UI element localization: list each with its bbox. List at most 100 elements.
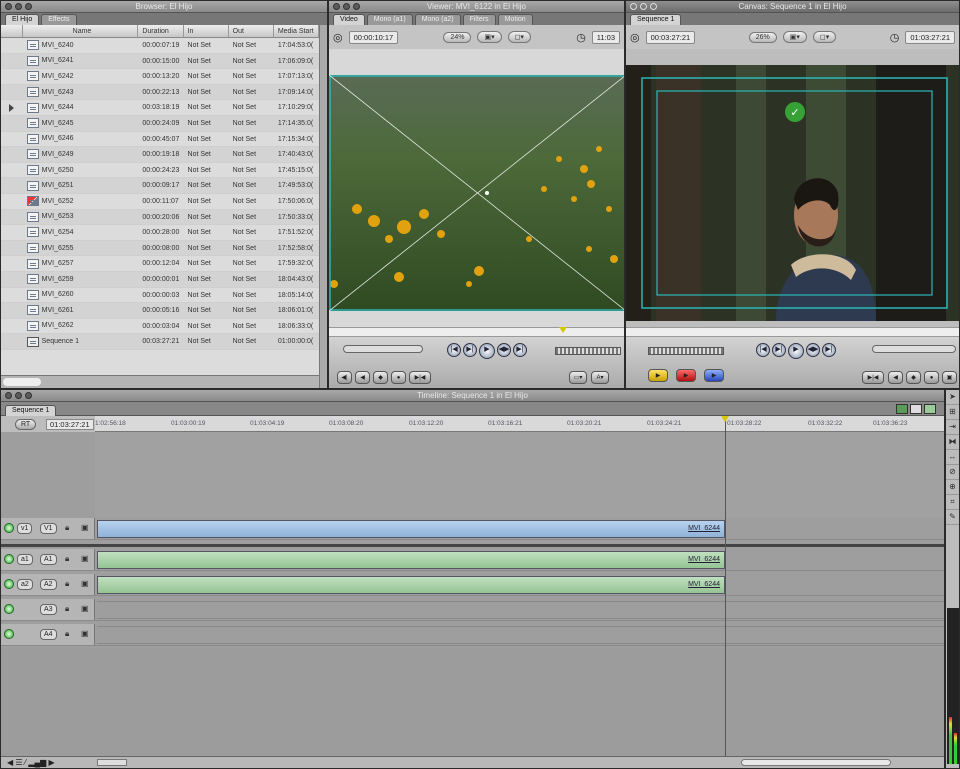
- viewer-video-frame[interactable]: [329, 49, 624, 327]
- lock-icon[interactable]: 🔒︎: [65, 554, 69, 564]
- replace-edit-button[interactable]: ▶: [704, 369, 724, 382]
- play-in-out-button[interactable]: ▶|: [772, 343, 786, 357]
- destination-patch[interactable]: A4: [40, 629, 57, 640]
- auto-select-icon[interactable]: ▣: [81, 629, 89, 638]
- window-controls[interactable]: [5, 3, 32, 10]
- column-media-start[interactable]: Media Start: [274, 25, 319, 37]
- window-controls[interactable]: [333, 3, 360, 10]
- slip-tool-icon[interactable]: ↔: [946, 450, 959, 465]
- overwrite-edit-button[interactable]: ▶: [676, 369, 696, 382]
- list-item[interactable]: MVI_6253 00:00:20:06 Not Set Not Set 17:50:3…: [1, 209, 319, 226]
- list-item[interactable]: MVI_6259 00:00:00:01 Not Set Not Set 18:04:4…: [1, 271, 319, 288]
- insert-edit-button[interactable]: ▶: [648, 369, 668, 382]
- timeline-current-timecode[interactable]: 01:03:27:21: [46, 419, 94, 430]
- list-item[interactable]: MVI_6243 00:00:22:13 Not Set Not Set 17:09:1…: [1, 84, 319, 101]
- canvas-zoom-popup[interactable]: 26%: [748, 31, 777, 43]
- recent-clips-popup[interactable]: ▭▾: [569, 371, 587, 384]
- timeline-zoom-slider[interactable]: [97, 759, 127, 766]
- track-visibility-toggle[interactable]: [4, 523, 14, 533]
- rt-popup[interactable]: RT: [15, 419, 37, 430]
- generator-popup[interactable]: A▾: [591, 371, 609, 384]
- match-frame-button[interactable]: ▣: [942, 371, 957, 384]
- view-options-popup[interactable]: ◻▾: [507, 31, 531, 43]
- list-item[interactable]: Sequence 1 00:03:27:21 Not Set Not Set 01:00…: [1, 334, 319, 350]
- previous-edit-button[interactable]: |◀: [447, 343, 461, 357]
- lock-icon[interactable]: 🔒︎: [65, 579, 69, 589]
- add-keyframe-button[interactable]: ◆: [373, 371, 388, 384]
- auto-select-icon[interactable]: ▣: [81, 523, 89, 532]
- viewer-current-timecode[interactable]: 11:03: [591, 30, 621, 44]
- audio-clip[interactable]: MVI_6244: [97, 551, 725, 569]
- play-around-button[interactable]: ◀▶: [497, 343, 511, 357]
- list-item[interactable]: MVI_6246 00:00:45:07 Not Set Not Set 17:15:3…: [1, 132, 319, 148]
- track-visibility-toggle[interactable]: [4, 554, 14, 564]
- view-mode-popup[interactable]: ▣▾: [477, 31, 502, 43]
- crop-tool-icon[interactable]: ⌗: [946, 495, 959, 510]
- list-item[interactable]: MVI_6240 00:00:07:19 Not Set Not Set 17:04:5…: [1, 38, 319, 54]
- pen-tool-icon[interactable]: ✎: [946, 510, 959, 525]
- razor-tool-icon[interactable]: ⊘: [946, 465, 959, 480]
- source-patch[interactable]: a1: [17, 554, 33, 565]
- play-around-button[interactable]: ◀▶: [806, 343, 820, 357]
- source-patch[interactable]: a2: [17, 579, 33, 590]
- add-marker-button[interactable]: ●: [391, 371, 406, 384]
- empty-video-area[interactable]: [95, 432, 944, 518]
- destination-patch[interactable]: A2: [40, 579, 57, 590]
- viewer-duration-timecode[interactable]: 00:00:10:17: [348, 30, 399, 44]
- mark-clip-button[interactable]: ◀: [888, 371, 903, 384]
- list-item[interactable]: MVI_6242 00:00:13:20 Not Set Not Set 17:07:1…: [1, 69, 319, 85]
- viewer-jog-control[interactable]: [555, 347, 621, 355]
- list-item[interactable]: MVI_6260 00:00:00:03 Not Set Not Set 18:05:1…: [1, 288, 319, 304]
- tab-filters[interactable]: Filters: [462, 14, 496, 25]
- list-item[interactable]: MVI_6261 00:00:05:16 Not Set Not Set 18:06:0…: [1, 303, 319, 319]
- list-item[interactable]: MVI_6252 00:00:11:07 Not Set Not Set 17:50:0…: [1, 194, 319, 210]
- tab-el-hijo[interactable]: El Hijo: [5, 14, 40, 25]
- list-item[interactable]: MVI_6250 00:00:24:23 Not Set Not Set 17:45:1…: [1, 163, 319, 179]
- column-in[interactable]: In: [184, 25, 229, 37]
- list-item[interactable]: MVI_6249 00:00:19:18 Not Set Not Set 17:40:4…: [1, 147, 319, 163]
- viewer-playhead-marker[interactable]: [559, 327, 567, 333]
- add-marker-button[interactable]: ●: [924, 371, 939, 384]
- canvas-shuttle-control[interactable]: [872, 345, 956, 353]
- canvas-scrubber-bar[interactable]: [626, 327, 959, 337]
- linking-button[interactable]: [910, 404, 922, 414]
- track-select-tool-icon[interactable]: ⇥: [946, 420, 959, 435]
- video-clip[interactable]: MVI_6244: [97, 520, 725, 538]
- list-item[interactable]: MVI_6251 00:00:09:17 Not Set Not Set 17:49:5…: [1, 178, 319, 194]
- play-button[interactable]: ▶: [479, 343, 495, 359]
- track-visibility-toggle[interactable]: [4, 629, 14, 639]
- track-divider[interactable]: [1, 544, 944, 547]
- list-item[interactable]: MVI_6244 00:03:18:19 Not Set Not Set 17:10:2…: [1, 100, 319, 116]
- column-out[interactable]: Out: [229, 25, 274, 37]
- play-button[interactable]: ▶: [788, 343, 804, 359]
- view-options-popup[interactable]: ◻▾: [812, 31, 837, 43]
- mark-in-out-button[interactable]: ▶|◀: [862, 371, 884, 384]
- selection-tool-icon[interactable]: ➤: [946, 390, 959, 405]
- canvas-current-timecode[interactable]: 01:03:27:21: [905, 30, 956, 44]
- list-item[interactable]: MVI_6245 00:00:24:09 Not Set Not Set 17:14:3…: [1, 115, 319, 132]
- browser-horizontal-scrollbar[interactable]: [1, 375, 319, 388]
- empty-audio-area[interactable]: [1, 648, 944, 756]
- view-mode-popup[interactable]: ▣▾: [782, 31, 807, 43]
- empty-track-area[interactable]: [97, 626, 944, 644]
- auto-select-icon[interactable]: ▣: [81, 604, 89, 613]
- roll-tool-icon[interactable]: ⧓: [946, 435, 959, 450]
- list-item[interactable]: MVI_6262 00:00:03:04 Not Set Not Set 18:06:3…: [1, 319, 319, 335]
- column-name[interactable]: Name: [23, 25, 139, 37]
- snapping-button[interactable]: [896, 404, 908, 414]
- window-controls[interactable]: [5, 392, 32, 399]
- timeline-playhead[interactable]: [721, 416, 729, 756]
- canvas-duration-timecode[interactable]: 00:03:27:21: [645, 30, 696, 44]
- tab-video[interactable]: Video: [333, 14, 365, 25]
- audio-waveform-button[interactable]: [924, 404, 936, 414]
- tab-mono-a2[interactable]: Mono (a2): [414, 14, 461, 25]
- destination-patch[interactable]: A1: [40, 554, 57, 565]
- empty-track-area[interactable]: [97, 601, 944, 619]
- tab-motion[interactable]: Motion: [497, 14, 533, 25]
- track-height-control[interactable]: ◀ ☰ ⁄ ▂▄▆ ▶: [7, 758, 55, 767]
- match-frame-button[interactable]: ◀|: [337, 371, 352, 384]
- list-item[interactable]: MVI_6254 00:00:28:00 Not Set Not Set 17:51:5…: [1, 225, 319, 241]
- lock-icon[interactable]: 🔒︎: [65, 523, 69, 533]
- canvas-video-frame[interactable]: ✓: [626, 65, 959, 321]
- disclosure-triangle-icon[interactable]: [9, 104, 14, 113]
